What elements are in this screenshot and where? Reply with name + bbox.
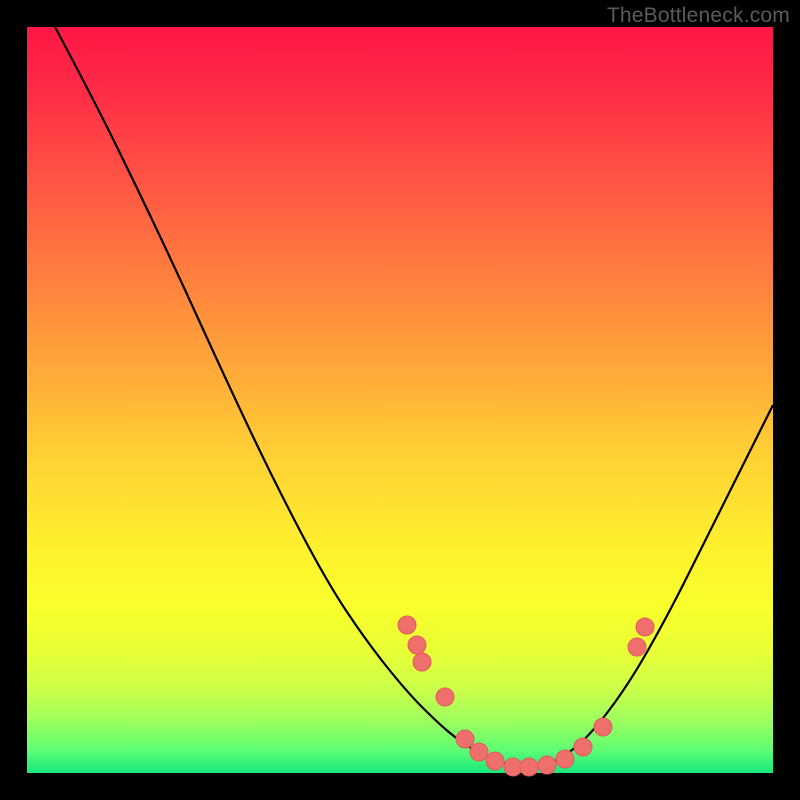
watermark-text: TheBottleneck.com — [607, 4, 790, 28]
highlight-dot — [436, 688, 454, 706]
highlight-dot — [574, 738, 592, 756]
chart-svg — [27, 27, 773, 773]
highlight-dots-group — [398, 616, 654, 776]
highlight-dot — [456, 730, 474, 748]
highlight-dot — [486, 752, 504, 770]
highlight-dot — [413, 653, 431, 671]
highlight-dot — [520, 758, 538, 776]
highlight-dot — [628, 638, 646, 656]
highlight-dot — [470, 743, 488, 761]
highlight-dot — [594, 718, 612, 736]
highlight-dot — [398, 616, 416, 634]
highlight-dot — [504, 758, 522, 776]
highlight-dot — [538, 756, 556, 774]
bottleneck-curve — [55, 27, 773, 767]
highlight-dot — [636, 618, 654, 636]
highlight-dot — [408, 636, 426, 654]
highlight-dot — [556, 750, 574, 768]
chart-frame: TheBottleneck.com — [0, 0, 800, 800]
